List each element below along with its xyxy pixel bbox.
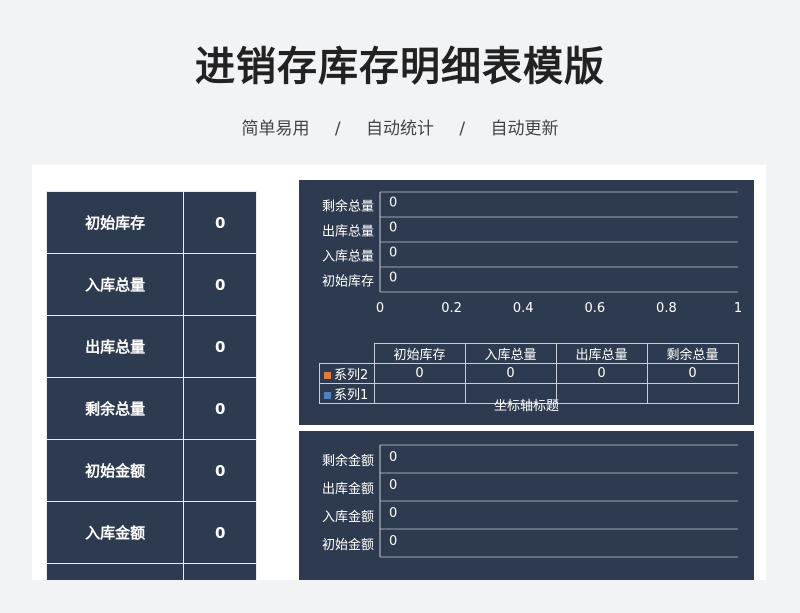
data-table-corner [319,343,375,364]
series-name: 系列2 [334,368,369,383]
feature-tags: 简单易用 / 自动统计 / 自动更新 [0,114,800,139]
x-tick-label: 1 [734,301,742,316]
summary-value[interactable]: 0 [183,315,257,378]
category-label: 入库总量 [322,249,374,265]
category-label: 入库金额 [322,509,374,525]
data-table-header: 初始库存 [373,343,466,364]
data-table-cell: 0 [373,363,466,384]
summary-value[interactable]: 0 [183,377,257,440]
amount-chart[interactable]: 初始金额 0 入库金额 0 出库金额 0 剩余金额 0 [299,431,754,580]
category-label: 初始库存 [322,274,374,290]
tag-separator: / [334,119,341,139]
summary-value[interactable]: 0 [183,439,257,502]
summary-label[interactable]: 初始库存 [45,191,185,254]
summary-row [45,563,257,580]
summary-row: 剩余总量 0 [45,377,257,440]
data-table-cell: 0 [555,363,648,384]
data-label: 0 [389,506,397,521]
category-label: 剩余总量 [322,199,374,215]
summary-label[interactable]: 入库总量 [45,253,185,316]
data-label: 0 [389,534,397,549]
data-table-cell: 0 [646,363,739,384]
summary-table: 初始库存 0 入库总量 0 出库总量 0 剩余总量 0 初始金额 0 入库金额 0 [45,191,257,580]
data-table-header: 剩余总量 [646,343,739,364]
data-table-header: 出库总量 [555,343,648,364]
quantity-chart[interactable]: 初始库存 0 入库总量 0 出库总量 0 剩余总量 0 0 0.2 0.4 0.6 0.8 1 初始库存 … [299,180,754,425]
data-label: 0 [389,221,397,236]
summary-row: 入库金额 0 [45,501,257,564]
tag-easy: 简单易用 [241,119,310,139]
x-tick-label: 0.2 [441,301,462,316]
category-label: 剩余金额 [322,453,374,469]
tag-auto-update: 自动更新 [490,119,559,139]
summary-label[interactable]: 出库总量 [45,315,185,378]
summary-row: 初始金额 0 [45,439,257,502]
data-table-cell: 0 [464,363,557,384]
category-label: 出库总量 [322,224,374,240]
page-title: 进销存库存明细表模版 [195,44,605,90]
data-table-series-label: 系列2 [319,363,375,384]
data-table-row: 系列2 0 0 0 0 [319,363,739,384]
summary-label[interactable]: 入库金额 [45,501,185,564]
tag-separator: / [459,119,466,139]
category-label: 初始金额 [322,537,374,553]
x-tick-label: 0.8 [656,301,677,316]
x-tick-label: 0.6 [584,301,605,316]
summary-value[interactable]: 0 [183,253,257,316]
amount-chart-plot: 初始金额 0 入库金额 0 出库金额 0 剩余金额 0 [322,444,738,558]
summary-row: 入库总量 0 [45,253,257,316]
axis-title[interactable]: 坐标轴标题 [299,395,754,414]
x-tick-label: 0 [376,301,384,316]
x-tick-label: 0.4 [513,301,534,316]
summary-row: 初始库存 0 [45,191,257,254]
summary-value-cut[interactable] [183,563,257,580]
data-label: 0 [389,450,397,465]
data-table-header: 入库总量 [464,343,557,364]
category-label: 出库金额 [322,481,374,497]
summary-value[interactable]: 0 [183,501,257,564]
data-label: 0 [389,478,397,493]
summary-value[interactable]: 0 [183,191,257,254]
spreadsheet-preview: 初始库存 0 入库总量 0 出库总量 0 剩余总量 0 初始金额 0 入库金额 0 初始库存… [32,165,766,580]
data-label: 0 [389,246,397,261]
summary-row: 出库总量 0 [45,315,257,378]
summary-label[interactable]: 剩余总量 [45,377,185,440]
data-label: 0 [389,196,397,211]
legend-swatch-orange [324,372,331,379]
data-table-header-row: 初始库存 入库总量 出库总量 剩余总量 [319,343,739,364]
data-label: 0 [389,271,397,286]
tag-auto-stat: 自动统计 [366,119,434,139]
summary-label-cut[interactable] [45,563,185,580]
summary-label[interactable]: 初始金额 [45,439,185,502]
